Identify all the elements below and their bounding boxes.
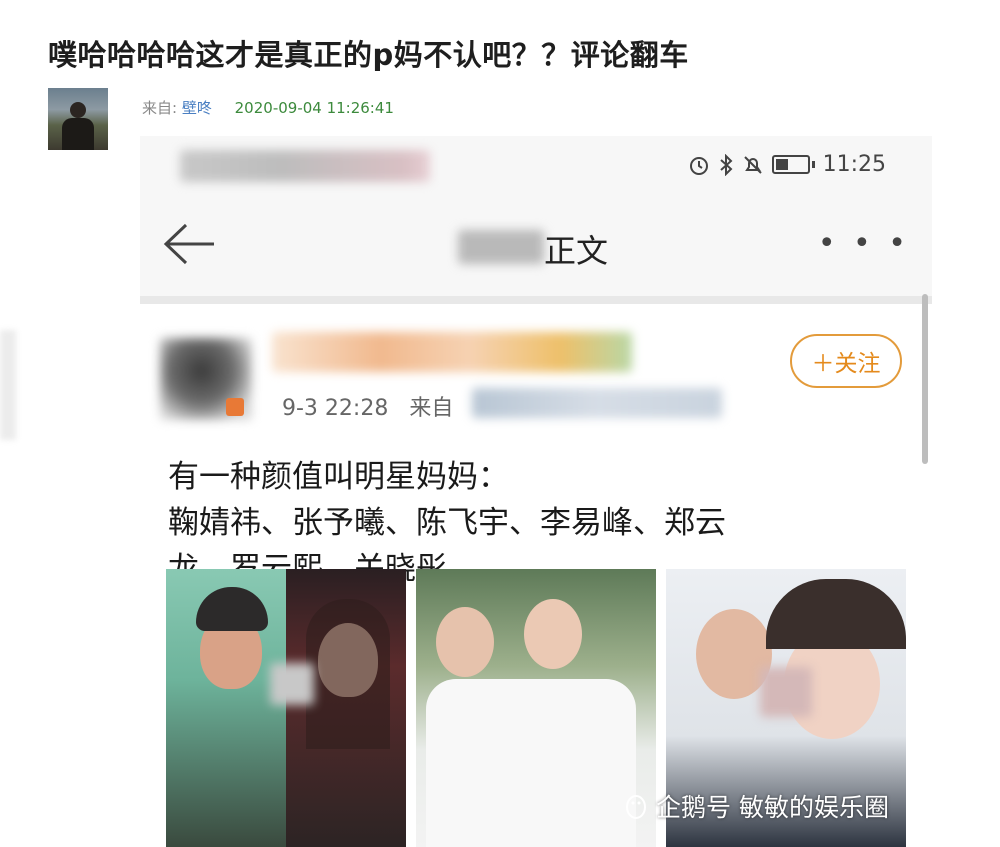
post-author-avatar[interactable] xyxy=(160,338,252,420)
post-source-label: 来自 xyxy=(409,396,454,421)
photo-hair xyxy=(306,599,390,749)
bluetooth-icon xyxy=(719,153,733,176)
avatar-figure-body xyxy=(62,118,94,150)
mute-icon xyxy=(743,155,762,174)
post-line: 有一种颜值叫明星妈妈： xyxy=(168,459,509,495)
blurred-post-source xyxy=(472,388,722,418)
article-title: 噗哈哈哈哈这才是真正的p妈不认吧？？评论翻车 xyxy=(48,38,689,72)
follow-button[interactable]: ＋关注 xyxy=(790,334,902,388)
blurred-username xyxy=(272,332,632,372)
article-timestamp: 2020-09-04 11:26:41 xyxy=(234,99,394,117)
watermark-text: 企鹅号 敏敏的娱乐圈 xyxy=(656,793,889,822)
photo-face xyxy=(524,599,582,669)
back-arrow-icon[interactable] xyxy=(160,221,216,267)
more-menu-button[interactable]: • • • xyxy=(818,226,910,261)
phone-nav-bar: 正文 • • • xyxy=(140,196,932,296)
alarm-icon xyxy=(689,156,708,175)
section-divider xyxy=(140,296,932,304)
blurred-mosaic xyxy=(270,663,314,705)
article-meta: 来自: 壁咚 2020-09-04 11:26:41 xyxy=(142,97,394,118)
photo-face xyxy=(436,607,494,677)
nav-title: 正文 xyxy=(544,232,609,270)
left-edge-blur xyxy=(0,330,16,440)
source-label: 来自: xyxy=(142,99,178,117)
avatar-figure-head xyxy=(70,102,86,118)
scrollbar[interactable] xyxy=(922,294,928,464)
post-photo-2[interactable] xyxy=(416,569,656,847)
watermark: 企鹅号 敏敏的娱乐圈 xyxy=(622,788,889,824)
status-time: 11:25 xyxy=(822,152,886,177)
phone-status-bar: 11:25 xyxy=(140,136,932,196)
post-line: 鞠婧祎、张予曦、陈飞宇、李易峰、郑云 xyxy=(168,505,726,541)
photo-dresses xyxy=(426,679,636,847)
penguin-icon xyxy=(626,795,646,819)
blurred-carrier-info xyxy=(180,150,430,182)
blurred-nav-prefix xyxy=(458,230,544,264)
author-avatar[interactable] xyxy=(48,88,108,150)
verified-badge-icon xyxy=(226,398,244,416)
post-photo-1[interactable] xyxy=(166,569,406,847)
status-icons: 11:25 xyxy=(688,152,886,177)
post-content: ＋关注 9-3 22:28 来自 有一种颜值叫明星妈妈： 鞠婧祎、张予曦、陈飞宇… xyxy=(140,294,932,847)
post-time: 9-3 22:28 xyxy=(282,396,389,421)
embedded-screenshot: 11:25 正文 • • • ＋关注 9-3 22:28 来自 有一种颜值叫明星… xyxy=(140,136,932,847)
battery-icon xyxy=(771,155,810,174)
blurred-mosaic xyxy=(760,667,812,717)
source-link[interactable]: 壁咚 xyxy=(182,99,212,117)
post-meta: 9-3 22:28 来自 xyxy=(282,390,453,422)
battery-tip xyxy=(811,161,815,168)
